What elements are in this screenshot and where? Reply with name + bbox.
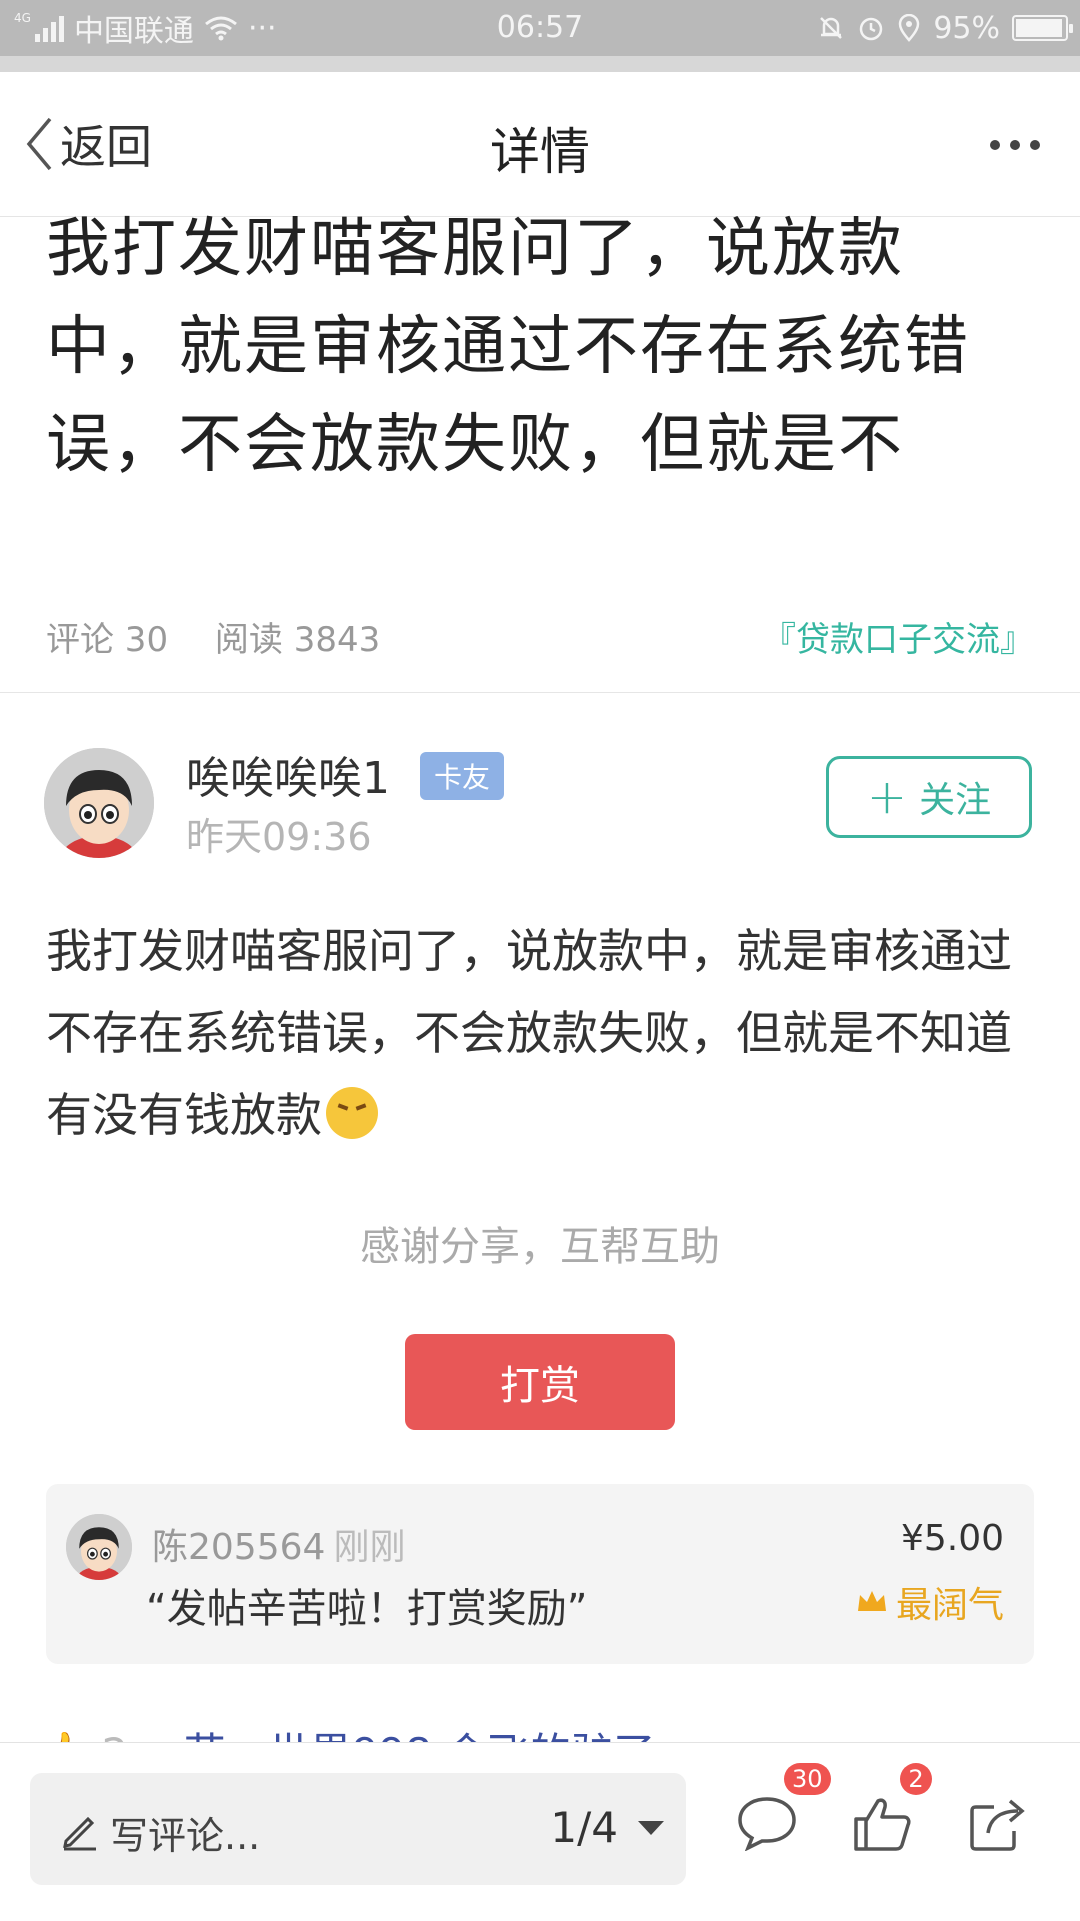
category-link[interactable]: 『贷款口子交流』 [762,612,1034,661]
thanks-text: 感谢分享，互帮互助 [360,1224,720,1270]
tipper-avatar[interactable] [66,1514,132,1580]
post-body: 我打发财喵客服问了，说放款中，就是审核通过不存在系统错误，不会放款失败，但就是不… [46,910,1046,1156]
follow-button[interactable]: + 关注 [826,756,1032,838]
tip-time: 刚刚 [333,1527,406,1568]
author-name[interactable]: 唉唉唉唉1 [186,742,390,806]
tip-message: “发帖辛苦啦！打赏奖励” [146,1586,588,1632]
share-button[interactable] [968,1795,1028,1857]
read-count-meta: 阅读 3843 [214,620,381,660]
status-bar: 4G 中国联通 ··· 06:57 95% [0,0,1080,56]
avatar-image [44,748,154,858]
author-avatar[interactable] [44,748,154,858]
mute-bell-icon [820,17,843,39]
status-divider [0,56,1080,72]
tipper-name[interactable]: 陈205564 [152,1527,325,1568]
comment-placeholder: 写评论... [110,1814,261,1858]
follow-label: 关注 [919,780,992,821]
user-badge: 卡友 [420,752,505,800]
tip-rank-label: 最阔气 [895,1585,1004,1626]
comment-bubble-icon [738,1797,796,1852]
avatar-image [66,1514,132,1580]
peek-comment-text: 一花一世界998 会飞的驴了 [142,1729,656,1742]
bottom-bar: 写评论... 1/4 30 2 [0,1742,1080,1921]
like-count-badge: 2 [900,1763,932,1795]
next-comment-peek: 👍 2 一花一世界998 会飞的驴了 [36,1720,655,1742]
battery-percent: 95% [933,10,1000,46]
plus-icon: + [866,769,908,825]
thumb-up-icon: 👍 [36,1729,88,1742]
thumbs-up-icon [854,1798,911,1851]
page-title: 详情 [490,123,590,181]
comment-count-badge: 30 [784,1763,831,1795]
caret-down-icon[interactable] [638,1821,664,1835]
tipper-info: 陈205564 刚刚 [152,1518,405,1570]
alarm-icon [860,17,883,41]
divider [0,692,1080,693]
comment-count-meta: 评论 30 [46,620,169,660]
post-meta: 评论 30 阅读 3843 [46,612,416,661]
battery-icon [1012,15,1073,41]
page-indicator[interactable]: 1/4 [550,1803,618,1852]
comment-input[interactable]: 写评论... 1/4 [30,1773,686,1885]
emoji-icon [326,1087,378,1139]
tip-amount: ¥5.00 [900,1518,1004,1559]
tip-button[interactable]: 打赏 [405,1334,675,1430]
tip-rank: 最阔气 [856,1576,1004,1628]
post-body-text: 我打发财喵客服问了，说放款中，就是审核通过不存在系统错误，不会放款失败，但就是不… [46,924,1012,1142]
post-title: 我打发财喵客服问了，说放款中，就是审核通过不存在系统错误，不会放款失败，但就是不 [46,212,970,482]
peek-like-count: 2 [102,1729,129,1742]
pencil-icon [63,1816,96,1851]
crown-icon [857,1591,886,1611]
post-time: 昨天09:36 [186,815,372,859]
nav-header: 返回 详情 [0,72,1080,217]
more-menu-icon[interactable] [990,140,1040,150]
tip-record-card: 陈205564 刚刚 “发帖辛苦啦！打赏奖励” ¥5.00 最阔气 [46,1484,1034,1664]
comments-button[interactable] [736,1795,798,1855]
share-icon [970,1799,1025,1851]
location-icon [899,14,920,42]
like-button[interactable] [852,1795,912,1857]
